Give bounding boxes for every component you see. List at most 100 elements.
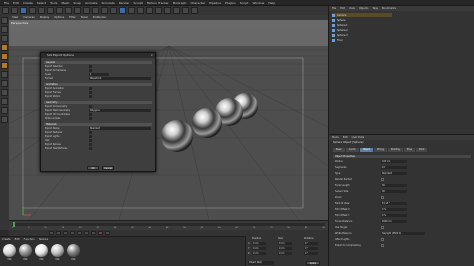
- record-button[interactable]: [98, 231, 103, 235]
- coordinate-mode-select[interactable]: Object (Rel): [248, 261, 274, 265]
- scale-tool-button[interactable]: [38, 7, 45, 14]
- viewport-menu-view[interactable]: View: [12, 16, 18, 19]
- coord-value-field[interactable]: 0 cm: [278, 242, 292, 245]
- option-value-field[interactable]: [89, 69, 92, 72]
- points-mode-button[interactable]: [1, 44, 8, 51]
- dialog-section-header[interactable]: Geometry: [44, 101, 152, 104]
- object-menu-file[interactable]: File: [332, 7, 336, 10]
- material-swatch[interactable]: [51, 244, 64, 257]
- coord-value-field[interactable]: 0 cm: [252, 252, 266, 255]
- lock-workplane-button[interactable]: [1, 107, 8, 114]
- tab-coord[interactable]: Coord.: [345, 148, 359, 152]
- menu-item-file[interactable]: File: [4, 1, 9, 5]
- attribute-menu-edit[interactable]: Edit: [343, 136, 348, 139]
- material-swatch[interactable]: [19, 244, 32, 257]
- world-coords-button[interactable]: [83, 7, 90, 14]
- option-value-field[interactable]: [89, 117, 92, 120]
- attribute-value-field[interactable]: 0 %: [381, 214, 407, 217]
- coord-value-field[interactable]: 0 cm: [252, 247, 266, 250]
- boole-button[interactable]: [155, 7, 162, 14]
- solo-button[interactable]: [1, 116, 8, 123]
- dialog-section-header[interactable]: Materials: [44, 123, 152, 126]
- material-swatch[interactable]: [67, 244, 80, 257]
- option-value-field[interactable]: Wavefront: [89, 77, 151, 80]
- coord-value-field[interactable]: 0 °: [304, 242, 318, 245]
- option-value-field[interactable]: [89, 147, 92, 150]
- next-frame-button[interactable]: [77, 231, 82, 235]
- attribute-value-field[interactable]: 53.13 °: [381, 202, 407, 205]
- object-menu-edit[interactable]: Edit: [340, 7, 345, 10]
- play-button[interactable]: [70, 231, 75, 235]
- material-swatch[interactable]: [35, 244, 48, 257]
- rotate-tool-button[interactable]: [47, 7, 54, 14]
- array-button[interactable]: [146, 7, 153, 14]
- render-picture-viewer-button[interactable]: [101, 7, 108, 14]
- make-editable-button[interactable]: [1, 17, 8, 24]
- live-selection-button[interactable]: [20, 7, 27, 14]
- attribute-value-field[interactable]: 0 %: [381, 208, 407, 211]
- texture-mode-button[interactable]: [1, 35, 8, 42]
- attribute-value-field[interactable]: 36: [381, 190, 407, 193]
- option-value-field[interactable]: [89, 139, 92, 142]
- material-menu-create[interactable]: Create: [2, 238, 11, 241]
- option-value-field[interactable]: [89, 135, 92, 138]
- menu-item-edit[interactable]: Edit: [13, 1, 19, 5]
- menu-item-snap[interactable]: Snap: [73, 1, 81, 5]
- model-mode-button[interactable]: [1, 26, 8, 33]
- axis-mode-button[interactable]: [1, 71, 8, 78]
- coord-value-field[interactable]: 0 cm: [252, 242, 266, 245]
- option-value-field[interactable]: [89, 113, 92, 116]
- attribute-checkbox[interactable]: [381, 178, 384, 181]
- menu-item-sculpt[interactable]: Sculpt: [133, 1, 142, 5]
- viewport-menu-cameras[interactable]: Cameras: [23, 16, 35, 19]
- dialog-section-header[interactable]: Animation: [44, 83, 152, 86]
- deformer-button[interactable]: [164, 7, 171, 14]
- option-value-field[interactable]: Polygons: [89, 109, 151, 112]
- go-to-start-button[interactable]: [49, 231, 54, 235]
- option-value-field[interactable]: [89, 143, 92, 146]
- menu-item-select[interactable]: Select: [37, 1, 46, 5]
- cancel-button[interactable]: Cancel: [102, 166, 114, 170]
- material-menu-function[interactable]: Function: [24, 238, 35, 241]
- z-axis-button[interactable]: [74, 7, 81, 14]
- material-menu-edit[interactable]: Edit: [15, 238, 20, 241]
- material-swatch[interactable]: [3, 244, 16, 257]
- pen-button[interactable]: [128, 7, 135, 14]
- coord-value-field[interactable]: 0 cm: [278, 247, 292, 250]
- viewport-menu-options[interactable]: Options: [54, 16, 64, 19]
- tab-phong[interactable]: Phong: [374, 148, 387, 152]
- previous-frame-button[interactable]: [63, 231, 68, 235]
- object-row[interactable]: Sphere: [332, 18, 392, 22]
- move-tool-button[interactable]: [29, 7, 36, 14]
- menu-item-plugins[interactable]: Plugins: [225, 1, 236, 5]
- next-key-button[interactable]: [84, 231, 89, 235]
- attribute-value-field[interactable]: 24: [381, 166, 407, 169]
- material-menu-texture[interactable]: Texture: [39, 238, 49, 241]
- menu-item-render[interactable]: Render: [119, 1, 130, 5]
- menu-item-mograph[interactable]: MoGraph: [173, 1, 187, 5]
- dialog-section-header[interactable]: General: [44, 61, 152, 64]
- attribute-value-field[interactable]: Daylight (6500 K): [381, 232, 425, 235]
- attribute-value-field[interactable]: 36: [381, 184, 407, 187]
- option-value-field[interactable]: [89, 65, 92, 68]
- option-value-field[interactable]: [89, 105, 92, 108]
- camera-button[interactable]: [182, 7, 189, 14]
- previous-key-button[interactable]: [56, 231, 61, 235]
- go-to-end-button[interactable]: [91, 231, 96, 235]
- tweak-mode-button[interactable]: [1, 80, 8, 87]
- y-axis-button[interactable]: [65, 7, 72, 14]
- tab-pivot[interactable]: Pivot: [415, 148, 428, 152]
- coord-value-field[interactable]: 0 °: [304, 252, 318, 255]
- object-row[interactable]: Sphere.3: [332, 33, 392, 37]
- edges-mode-button[interactable]: [1, 53, 8, 60]
- attribute-checkbox[interactable]: [381, 196, 384, 199]
- object-row[interactable]: Camera: [332, 13, 392, 17]
- object-menu-objects[interactable]: Objects: [359, 7, 368, 10]
- light-button[interactable]: [191, 7, 198, 14]
- menu-item-pipeline[interactable]: Pipeline: [209, 1, 221, 5]
- sphere-object[interactable]: [192, 108, 222, 138]
- attribute-checkbox[interactable]: [381, 226, 384, 229]
- cube-button[interactable]: [119, 7, 126, 14]
- subdivision-button[interactable]: [137, 7, 144, 14]
- menu-item-simulate[interactable]: Simulate: [102, 1, 115, 5]
